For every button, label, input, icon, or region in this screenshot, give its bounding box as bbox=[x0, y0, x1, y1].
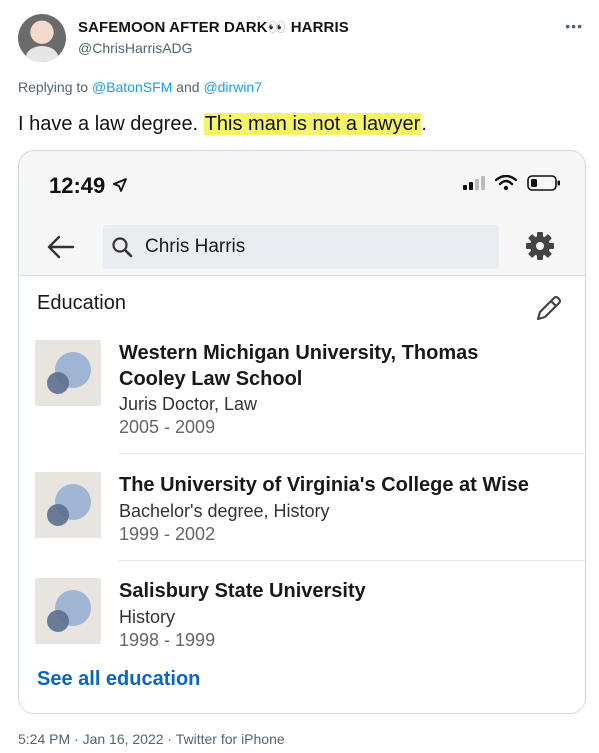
school-name[interactable]: The University of Virginia's College at … bbox=[119, 472, 579, 498]
gear-icon[interactable] bbox=[525, 231, 555, 261]
avatar[interactable] bbox=[18, 14, 66, 62]
back-arrow-icon[interactable] bbox=[45, 231, 77, 263]
search-input[interactable]: Chris Harris bbox=[103, 225, 499, 269]
education-entry[interactable]: Western Michigan University, Thomas Cool… bbox=[19, 336, 585, 456]
school-name[interactable]: Salisbury State University bbox=[119, 578, 569, 604]
more-horizontal-icon[interactable]: ••• bbox=[565, 18, 583, 34]
section-title: Education bbox=[37, 292, 126, 314]
tweet-text: I have a law degree. This man is not a l… bbox=[18, 113, 427, 136]
status-bar: 12:49 bbox=[19, 151, 585, 221]
years: 1999 - 2002 bbox=[119, 524, 216, 544]
replying-to: Replying to @BatonSFM and @dirwin7 bbox=[18, 79, 262, 95]
location-arrow-icon bbox=[113, 178, 128, 192]
search-row: Chris Harris bbox=[19, 221, 585, 275]
school-logo-icon bbox=[35, 578, 101, 644]
school-name-line-1: Western Michigan University, Thomas bbox=[119, 342, 479, 364]
school-logo-icon bbox=[35, 472, 101, 538]
tweet-timestamp[interactable]: 5:24 PM · Jan 16, 2022 · Twitter for iPh… bbox=[18, 731, 285, 747]
degree: Juris Doctor, Law bbox=[119, 394, 258, 414]
education-section: Education Western Michigan University, T… bbox=[19, 276, 585, 713]
years: 1998 - 1999 bbox=[119, 630, 216, 650]
tweet-text-end: . bbox=[421, 113, 427, 135]
education-entry[interactable]: The University of Virginia's College at … bbox=[19, 468, 585, 568]
battery-icon bbox=[527, 175, 560, 191]
display-name[interactable]: SAFEMOON AFTER DARK👀 HARRIS bbox=[78, 18, 349, 36]
reply-user-link-1[interactable]: @BatonSFM bbox=[92, 79, 172, 95]
school-logo-icon bbox=[35, 340, 101, 406]
tweet-text-highlight: This man is not a lawyer bbox=[203, 113, 422, 135]
years: 2005 - 2009 bbox=[119, 417, 216, 437]
reply-user-link-2[interactable]: @dirwin7 bbox=[203, 79, 262, 95]
status-icons bbox=[463, 175, 561, 191]
degree: Bachelor's degree, History bbox=[119, 501, 330, 521]
tweet-text-plain: I have a law degree. bbox=[18, 113, 204, 135]
replying-and: and bbox=[172, 79, 204, 95]
replying-prefix: Replying to bbox=[18, 79, 92, 95]
status-time: 12:49 bbox=[49, 173, 128, 199]
search-query: Chris Harris bbox=[145, 236, 246, 257]
user-handle[interactable]: @ChrisHarrisADG bbox=[78, 40, 193, 56]
degree: History bbox=[119, 607, 176, 627]
see-all-education-link[interactable]: See all education bbox=[37, 668, 200, 691]
tweet-media-image[interactable]: 12:49 Chris Harris Education Western Mic… bbox=[18, 150, 586, 714]
status-time-text: 12:49 bbox=[49, 173, 106, 198]
tweet-header: SAFEMOON AFTER DARK👀 HARRIS @ChrisHarris… bbox=[18, 12, 587, 68]
school-name-line-2: Cooley Law School bbox=[119, 368, 303, 390]
search-icon bbox=[112, 237, 133, 258]
entry-divider bbox=[119, 560, 585, 561]
school-name[interactable]: Western Michigan University, Thomas Cool… bbox=[119, 340, 569, 392]
pencil-edit-icon[interactable] bbox=[533, 294, 563, 324]
entry-divider bbox=[119, 453, 585, 454]
education-entry[interactable]: Salisbury State University History 1998 … bbox=[19, 574, 585, 674]
wifi-icon bbox=[495, 175, 517, 191]
cellular-signal-icon bbox=[463, 176, 485, 190]
